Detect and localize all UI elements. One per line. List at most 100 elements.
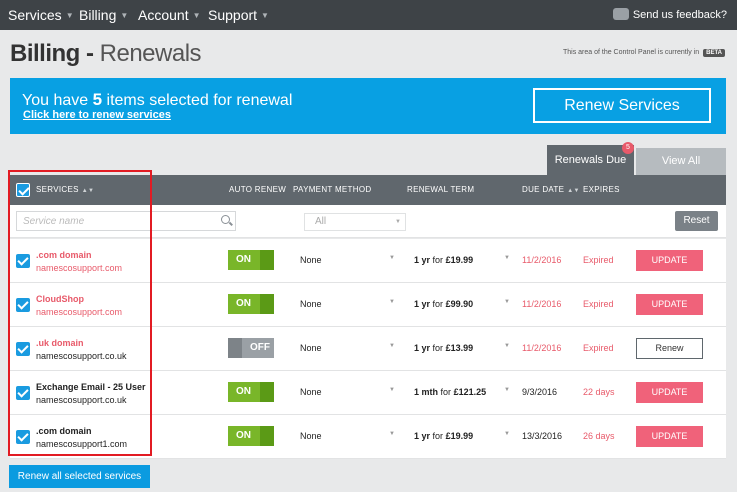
tab-view-all[interactable]: View All <box>636 148 726 175</box>
service-host: namescosupport1.com <box>36 439 128 449</box>
chevron-down-icon: ▼ <box>389 343 395 349</box>
renew-button[interactable]: Renew <box>636 338 703 359</box>
chevron-down-icon: ▼ <box>389 299 395 305</box>
toggle-label: ON <box>236 298 251 309</box>
renewal-term-select[interactable]: 1 yr for £13.99 <box>414 343 473 353</box>
term-for: for <box>432 431 444 441</box>
row-checkbox[interactable] <box>16 342 30 356</box>
auto-renew-toggle[interactable]: ON <box>228 426 274 446</box>
service-name-link[interactable]: .com domain <box>36 426 92 436</box>
column-auto-renew: AUTO RENEW <box>229 185 287 194</box>
nav-support[interactable]: Support ▼ <box>208 0 269 30</box>
payment-method-select[interactable]: None <box>300 255 322 265</box>
update-button[interactable]: UPDATE <box>636 250 703 271</box>
payment-method-select[interactable]: None <box>300 387 322 397</box>
service-name-link[interactable]: Exchange Email - 25 User <box>36 382 146 392</box>
renewal-term-select[interactable]: 1 yr for £19.99 <box>414 431 473 441</box>
chevron-down-icon: ▼ <box>65 11 74 20</box>
update-button[interactable]: UPDATE <box>636 426 703 447</box>
renewal-term-select[interactable]: 1 yr for £19.99 <box>414 255 473 265</box>
payment-filter-value: All <box>315 216 327 227</box>
toggle-knob <box>260 382 274 402</box>
table-row: .com domain namescosupport.com ON None ▼… <box>10 239 726 283</box>
payment-method-filter-select[interactable]: All ▼ <box>304 213 406 231</box>
chevron-down-icon: ▼ <box>504 255 510 261</box>
beta-badge: BETA <box>703 49 725 57</box>
column-payment-method: PAYMENT METHOD <box>293 185 372 194</box>
column-services[interactable]: SERVICES ▲▼ <box>36 175 94 205</box>
selected-count: 5 <box>92 90 103 109</box>
update-button[interactable]: UPDATE <box>636 294 703 315</box>
term-price: £13.99 <box>445 343 474 353</box>
beta-notice: This area of the Control Panel is curren… <box>563 49 725 57</box>
service-name-link[interactable]: .com domain <box>36 250 92 260</box>
row-checkbox[interactable] <box>16 386 30 400</box>
nav-billing[interactable]: Billing ▼ <box>79 0 128 30</box>
expiry-status: Expired <box>583 255 614 265</box>
chevron-down-icon: ▼ <box>504 431 510 437</box>
payment-method-select[interactable]: None <box>300 431 322 441</box>
chevron-down-icon: ▼ <box>504 387 510 393</box>
toggle-knob <box>228 338 242 358</box>
expiry-status: 26 days <box>583 431 615 441</box>
chevron-down-icon: ▼ <box>389 387 395 393</box>
service-host: namescosupport.co.uk <box>36 395 127 405</box>
toggle-label: OFF <box>250 342 270 353</box>
table-row: .uk domain namescosupport.co.uk OFF None… <box>10 327 726 371</box>
filter-row: All ▼ Reset <box>10 205 726 238</box>
term-for: for <box>432 343 444 353</box>
renew-services-button[interactable]: Renew Services <box>533 88 711 123</box>
auto-renew-toggle[interactable]: ON <box>228 250 274 270</box>
column-due-date-label: DUE DATE <box>522 185 565 194</box>
service-host: namescosupport.com <box>36 307 123 317</box>
nav-account[interactable]: Account ▼ <box>138 0 201 30</box>
renewal-banner: You have 5 items selected for renewal Cl… <box>10 78 726 134</box>
column-renewal-term: RENEWAL TERM <box>407 185 475 194</box>
row-checkbox[interactable] <box>16 298 30 312</box>
payment-method-select[interactable]: None <box>300 299 322 309</box>
service-search-input[interactable] <box>16 211 236 231</box>
column-services-label: SERVICES <box>36 185 79 194</box>
feedback-link[interactable]: Send us feedback? <box>612 0 727 30</box>
term-for: for <box>440 387 452 397</box>
sort-icon: ▲▼ <box>81 188 95 194</box>
toggle-label: ON <box>236 430 251 441</box>
renewal-term-select[interactable]: 1 yr for £99.90 <box>414 299 473 309</box>
term-period: 1 yr <box>414 255 431 265</box>
column-expires: EXPIRES <box>583 185 620 194</box>
beta-notice-text: This area of the Control Panel is curren… <box>562 49 700 56</box>
toggle-label: ON <box>236 386 251 397</box>
update-button[interactable]: UPDATE <box>636 382 703 403</box>
row-checkbox[interactable] <box>16 430 30 444</box>
tab-renewals-due[interactable]: Renewals Due <box>547 145 634 175</box>
select-all-checkbox[interactable] <box>16 183 30 197</box>
table-header: SERVICES ▲▼ AUTO RENEW PAYMENT METHOD REN… <box>10 175 726 205</box>
auto-renew-toggle[interactable]: ON <box>228 294 274 314</box>
service-name-link[interactable]: .uk domain <box>36 338 84 348</box>
banner-prefix: You have <box>22 92 89 109</box>
service-name-link[interactable]: CloudShop <box>36 294 84 304</box>
column-due-date[interactable]: DUE DATE ▲▼ <box>522 175 580 205</box>
table-row: CloudShop namescosupport.com ON None ▼ 1… <box>10 283 726 327</box>
renewals-due-count-badge: 5 <box>622 142 634 154</box>
renewal-term-select[interactable]: 1 mth for £121.25 <box>414 387 486 397</box>
due-date: 11/2/2016 <box>522 255 562 265</box>
auto-renew-toggle[interactable]: OFF <box>228 338 274 358</box>
renew-all-selected-button[interactable]: Renew all selected services <box>9 465 150 488</box>
chevron-down-icon: ▼ <box>389 255 395 261</box>
auto-renew-toggle[interactable]: ON <box>228 382 274 402</box>
chevron-down-icon: ▼ <box>120 11 129 20</box>
payment-method-select[interactable]: None <box>300 343 322 353</box>
term-price: £121.25 <box>453 387 487 397</box>
row-checkbox[interactable] <box>16 254 30 268</box>
reset-button[interactable]: Reset <box>675 211 718 231</box>
renew-services-link[interactable]: Click here to renew services <box>23 109 171 121</box>
toggle-knob <box>260 250 274 270</box>
nav-billing-label: Billing <box>79 7 117 23</box>
nav-support-label: Support <box>208 7 258 23</box>
due-date: 11/2/2016 <box>522 299 562 309</box>
table-row: Exchange Email - 25 User namescosupport.… <box>10 371 726 415</box>
nav-services[interactable]: Services ▼ <box>8 0 74 30</box>
search-icon[interactable] <box>221 215 230 224</box>
page-title: Billing - Renewals <box>10 40 202 68</box>
